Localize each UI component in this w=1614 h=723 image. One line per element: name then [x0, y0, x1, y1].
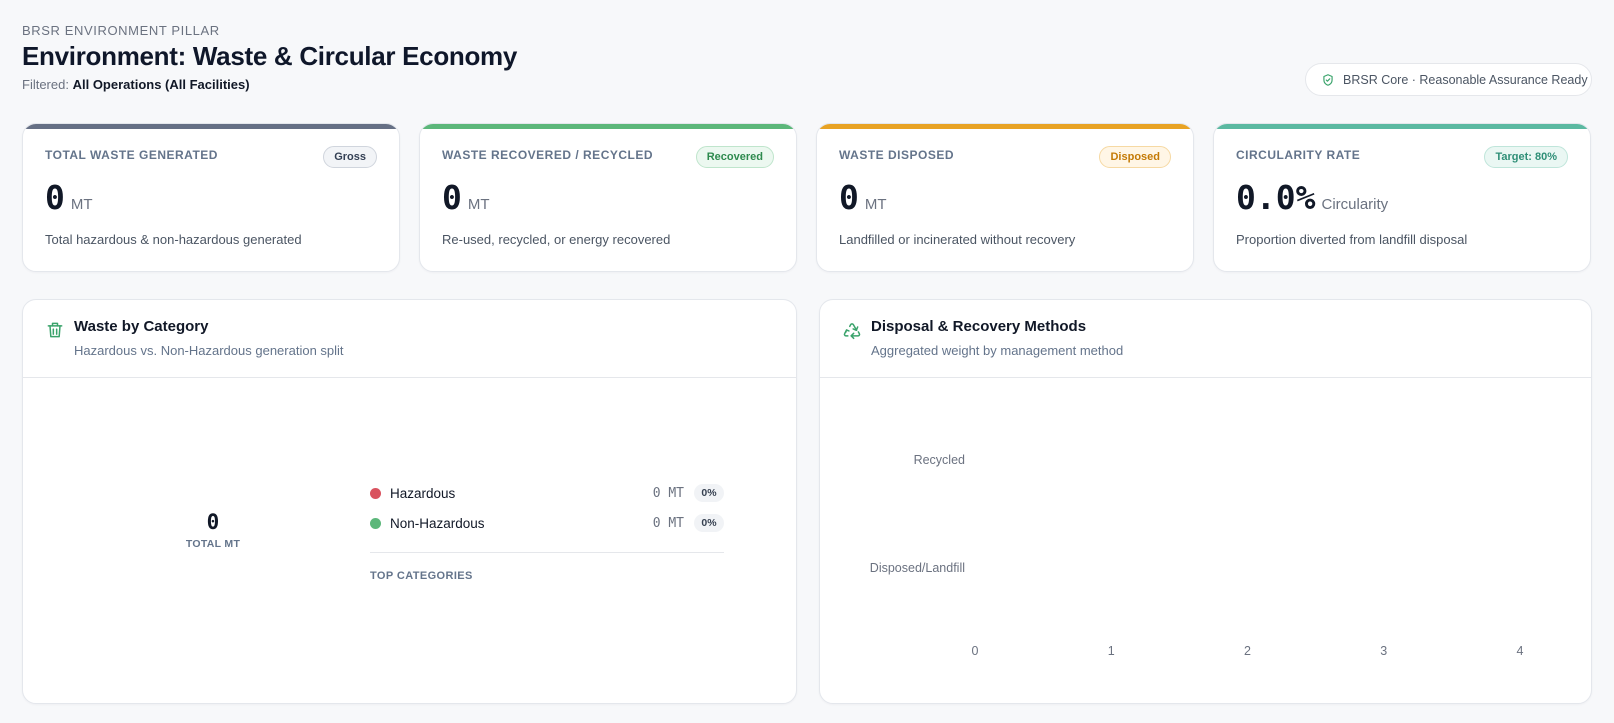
kpi-description: Re-used, recycled, or energy recovered: [442, 232, 671, 247]
x-tick-label: 3: [1380, 644, 1388, 658]
legend-percent-badge: 0%: [694, 484, 724, 502]
filter-summary: Filtered: All Operations (All Facilities…: [22, 77, 250, 92]
kpi-value: 0: [442, 178, 462, 217]
legend-dot: [370, 487, 381, 499]
category-legend: Hazardous 0 MT 0% Non-Hazardous 0 MT 0% …: [370, 478, 724, 582]
assurance-badge-label: BRSR Core · Reasonable Assurance Ready: [1343, 72, 1588, 87]
kpi-card-disposed: WASTE DISPOSED Disposed 0 MT Landfilled …: [816, 123, 1194, 272]
y-tick-label: Disposed/Landfill: [869, 561, 965, 575]
x-tick-label: 1: [1107, 644, 1115, 658]
x-tick-label: 0: [971, 644, 979, 658]
kpi-accent-bar: [23, 124, 399, 129]
legend-value: 0 MT: [652, 485, 684, 501]
panel-title: Disposal & Recovery Methods: [871, 318, 1087, 335]
kpi-value: 0: [45, 178, 65, 217]
panel-header: Waste by Category Hazardous vs. Non-Haza…: [23, 300, 796, 378]
kpi-description: Total hazardous & non-hazardous generate…: [45, 232, 302, 247]
legend-dot: [370, 517, 381, 529]
filter-value[interactable]: All Operations (All Facilities): [73, 77, 250, 92]
filter-label: Filtered:: [22, 77, 69, 92]
x-tick-label: 4: [1516, 644, 1524, 658]
panel-subtitle: Aggregated weight by management method: [871, 343, 1124, 358]
kpi-card-circularity: CIRCULARITY RATE Target: 80% 0.0% Circul…: [1213, 123, 1591, 272]
donut-total-caption: TOTAL MT: [185, 538, 241, 550]
kpi-badge: Recovered: [695, 146, 774, 168]
recycle-icon: [843, 323, 861, 340]
assurance-badge: BRSR Core · Reasonable Assurance Ready: [1305, 63, 1592, 96]
panel-title: Waste by Category: [74, 318, 209, 335]
kpi-description: Landfilled or incinerated without recove…: [839, 232, 1076, 247]
kpi-accent-bar: [817, 124, 1193, 129]
legend-label: Non-Hazardous: [390, 515, 485, 531]
kpi-label: TOTAL WASTE GENERATED: [45, 148, 218, 162]
shield-check-icon: [1323, 73, 1333, 86]
kpi-badge: Gross: [323, 146, 377, 168]
kpi-description: Proportion diverted from landfill dispos…: [1236, 232, 1468, 247]
legend-item-non-hazardous[interactable]: Non-Hazardous 0 MT 0%: [370, 508, 724, 538]
kpi-value: 0: [839, 178, 859, 217]
y-tick-label: Recycled: [913, 453, 965, 467]
panel-header: Disposal & Recovery Methods Aggregated w…: [820, 300, 1591, 378]
donut-total-value: 0: [206, 510, 220, 534]
top-categories-heading: TOP CATEGORIES: [370, 570, 473, 582]
kpi-label: CIRCULARITY RATE: [1236, 148, 1361, 162]
kpi-unit: MT: [467, 196, 490, 213]
trash-icon: [47, 322, 63, 338]
kpi-label: WASTE DISPOSED: [839, 148, 955, 162]
legend-divider: [370, 552, 724, 553]
kpi-value: 0.0%: [1236, 178, 1316, 217]
legend-value: 0 MT: [652, 515, 684, 531]
kpi-accent-bar: [1214, 124, 1590, 129]
disposal-recovery-methods-panel: Disposal & Recovery Methods Aggregated w…: [819, 299, 1592, 704]
kpi-accent-bar: [420, 124, 796, 129]
kpi-badge: Target: 80%: [1484, 146, 1568, 168]
kpi-card-recovered: WASTE RECOVERED / RECYCLED Recovered 0 M…: [419, 123, 797, 272]
legend-percent-badge: 0%: [694, 514, 724, 532]
panel-subtitle: Hazardous vs. Non-Hazardous generation s…: [74, 343, 344, 358]
waste-by-category-panel: Waste by Category Hazardous vs. Non-Haza…: [22, 299, 797, 704]
legend-item-hazardous[interactable]: Hazardous 0 MT 0%: [370, 478, 724, 508]
legend-label: Hazardous: [390, 485, 456, 501]
kpi-label: WASTE RECOVERED / RECYCLED: [442, 148, 654, 162]
kpi-badge: Disposed: [1099, 146, 1171, 168]
page-title: Environment: Waste & Circular Economy: [22, 41, 518, 71]
page-eyebrow: BRSR ENVIRONMENT PILLAR: [22, 23, 220, 38]
kpi-unit: Circularity: [1321, 196, 1389, 213]
kpi-unit: MT: [70, 196, 93, 213]
kpi-unit: MT: [864, 196, 887, 213]
kpi-card-total-waste: TOTAL WASTE GENERATED Gross 0 MT Total h…: [22, 123, 400, 272]
x-tick-label: 2: [1244, 644, 1251, 658]
donut-total: 0 TOTAL MT: [173, 510, 253, 550]
